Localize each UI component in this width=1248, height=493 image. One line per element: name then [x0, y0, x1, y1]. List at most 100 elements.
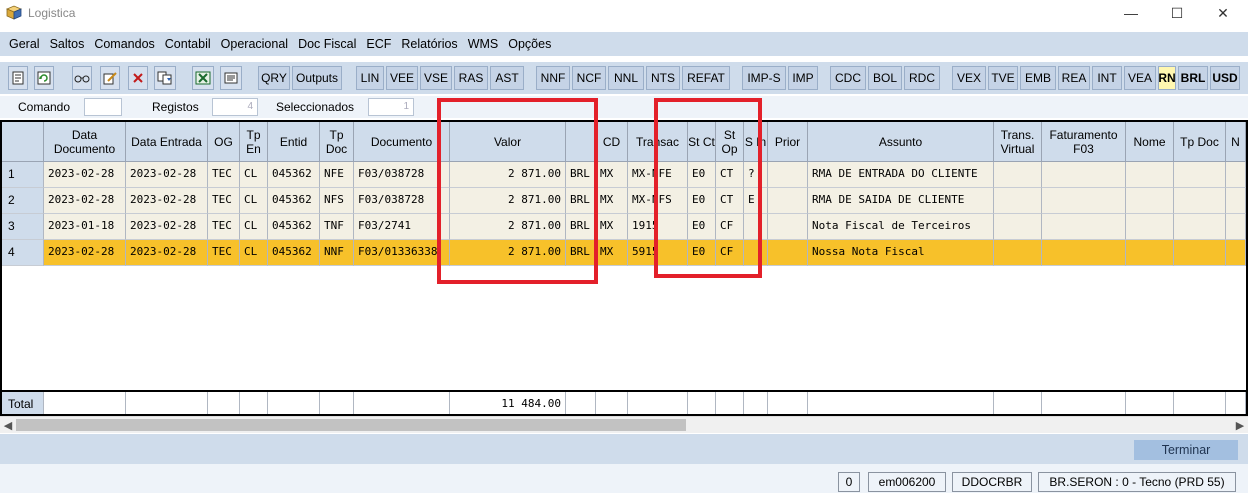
cell-faturamento-f03[interactable] — [1042, 162, 1126, 188]
cell-s-in[interactable] — [744, 240, 768, 266]
terminar-button[interactable]: Terminar — [1134, 440, 1238, 460]
cell-transac[interactable]: 1915 — [628, 214, 688, 240]
cell-faturamento-f03[interactable] — [1042, 214, 1126, 240]
copy-icon[interactable] — [154, 66, 176, 90]
cell-cd[interactable]: MX — [596, 162, 628, 188]
col-header-st-op[interactable]: St Op — [716, 122, 744, 162]
cell-assunto[interactable]: Nossa Nota Fiscal — [808, 240, 994, 266]
nnf-button[interactable]: NNF — [536, 66, 570, 90]
col-header-nome[interactable]: Nome — [1126, 122, 1174, 162]
cell-row-number[interactable]: 1 — [2, 162, 44, 188]
excel-icon[interactable] — [192, 66, 214, 90]
cell-st-ct[interactable]: E0 — [688, 240, 716, 266]
cell-st-op[interactable]: CF — [716, 214, 744, 240]
cell-tp-en[interactable]: CL — [240, 240, 268, 266]
cell-tp-doc-2[interactable] — [1174, 214, 1226, 240]
scroll-right-icon[interactable]: ▶ — [1232, 417, 1248, 433]
cell-st-op[interactable]: CT — [716, 188, 744, 214]
col-header-row-number[interactable] — [2, 122, 44, 162]
print-icon[interactable] — [220, 66, 242, 90]
ast-button[interactable]: AST — [490, 66, 524, 90]
menu-doc-fiscal[interactable]: Doc Fiscal — [293, 37, 361, 51]
col-header-faturamento-f03[interactable]: Faturamento F03 — [1042, 122, 1126, 162]
col-header-data-documento[interactable]: Data Documento — [44, 122, 126, 162]
cell-row-number[interactable]: 4 — [2, 240, 44, 266]
cell-valor[interactable]: 2 871.00 — [450, 188, 566, 214]
cell-prior[interactable] — [768, 214, 808, 240]
col-header-tp-doc[interactable]: Tp Doc — [320, 122, 354, 162]
col-header-data-entrada[interactable]: Data Entrada — [126, 122, 208, 162]
cell-cd[interactable]: MX — [596, 240, 628, 266]
cell-transac[interactable]: MX-NFE — [628, 162, 688, 188]
minimize-button[interactable]: — — [1108, 0, 1154, 26]
col-header-trans-virtual[interactable]: Trans. Virtual — [994, 122, 1042, 162]
cell-tp-doc-2[interactable] — [1174, 240, 1226, 266]
cell-documento[interactable]: F03/01336338 — [354, 240, 450, 266]
cell-assunto[interactable]: RMA DE SAIDA DE CLIENTE — [808, 188, 994, 214]
cell-nome[interactable] — [1126, 240, 1174, 266]
cell-transac[interactable]: 5915 — [628, 240, 688, 266]
rdc-button[interactable]: RDC — [904, 66, 940, 90]
refresh-icon[interactable] — [34, 66, 54, 90]
delete-icon[interactable] — [128, 66, 148, 90]
cell-tp-en[interactable]: CL — [240, 188, 268, 214]
cell-cd[interactable]: MX — [596, 188, 628, 214]
cell-nome[interactable] — [1126, 214, 1174, 240]
cell-valor[interactable]: 2 871.00 — [450, 162, 566, 188]
col-header-s-in[interactable]: S In — [744, 122, 768, 162]
cell-og[interactable]: TEC — [208, 188, 240, 214]
cell-documento[interactable]: F03/2741 — [354, 214, 450, 240]
cell-trans-virtual[interactable] — [994, 162, 1042, 188]
vse-button[interactable]: VSE — [420, 66, 452, 90]
cell-tp-doc[interactable]: NFS — [320, 188, 354, 214]
scroll-left-icon[interactable]: ◀ — [0, 417, 16, 433]
cell-assunto[interactable]: RMA DE ENTRADA DO CLIENTE — [808, 162, 994, 188]
col-header-st-ct[interactable]: St Ct — [688, 122, 716, 162]
cell-nome[interactable] — [1126, 188, 1174, 214]
cell-valor[interactable]: 2 871.00 — [450, 240, 566, 266]
cell-prior[interactable] — [768, 162, 808, 188]
menu-opcoes[interactable]: Opções — [503, 37, 556, 51]
cell-st-ct[interactable]: E0 — [688, 188, 716, 214]
cell-moeda[interactable]: BRL — [566, 188, 596, 214]
col-header-entid[interactable]: Entid — [268, 122, 320, 162]
cell-s-in[interactable]: E — [744, 188, 768, 214]
cell-st-op[interactable]: CF — [716, 240, 744, 266]
cell-st-ct[interactable]: E0 — [688, 162, 716, 188]
cell-row-number[interactable]: 2 — [2, 188, 44, 214]
cell-nome[interactable] — [1126, 162, 1174, 188]
cell-trans-virtual[interactable] — [994, 188, 1042, 214]
cell-assunto[interactable]: Nota Fiscal de Terceiros — [808, 214, 994, 240]
ras-button[interactable]: RAS — [454, 66, 488, 90]
menu-saltos[interactable]: Saltos — [45, 37, 90, 51]
cell-trans-virtual[interactable] — [994, 240, 1042, 266]
cell-moeda[interactable]: BRL — [566, 240, 596, 266]
cell-og[interactable]: TEC — [208, 162, 240, 188]
cell-prior[interactable] — [768, 240, 808, 266]
menu-geral[interactable]: Geral — [4, 37, 45, 51]
refat-button[interactable]: REFAT — [682, 66, 730, 90]
cell-data-entrada[interactable]: 2023-02-28 — [126, 188, 208, 214]
menu-contabil[interactable]: Contabil — [160, 37, 216, 51]
scroll-thumb[interactable] — [16, 419, 686, 431]
cell-s-in[interactable] — [744, 214, 768, 240]
col-header-documento[interactable]: Documento — [354, 122, 450, 162]
col-header-moeda[interactable] — [566, 122, 596, 162]
ncf-button[interactable]: NCF — [572, 66, 606, 90]
col-header-cd[interactable]: CD — [596, 122, 628, 162]
cell-tp-en[interactable]: CL — [240, 214, 268, 240]
cell-n[interactable] — [1226, 162, 1246, 188]
usd-button[interactable]: USD — [1210, 66, 1240, 90]
cell-data-entrada[interactable]: 2023-02-28 — [126, 240, 208, 266]
cell-tp-doc[interactable]: TNF — [320, 214, 354, 240]
vee-button[interactable]: VEE — [386, 66, 418, 90]
int-button[interactable]: INT — [1092, 66, 1122, 90]
menu-wms[interactable]: WMS — [463, 37, 504, 51]
menu-ecf[interactable]: ECF — [361, 37, 396, 51]
emb-button[interactable]: EMB — [1020, 66, 1056, 90]
cell-st-op[interactable]: CT — [716, 162, 744, 188]
brl-button[interactable]: BRL — [1178, 66, 1208, 90]
cell-moeda[interactable]: BRL — [566, 162, 596, 188]
cell-st-ct[interactable]: E0 — [688, 214, 716, 240]
imp-button[interactable]: IMP — [788, 66, 818, 90]
